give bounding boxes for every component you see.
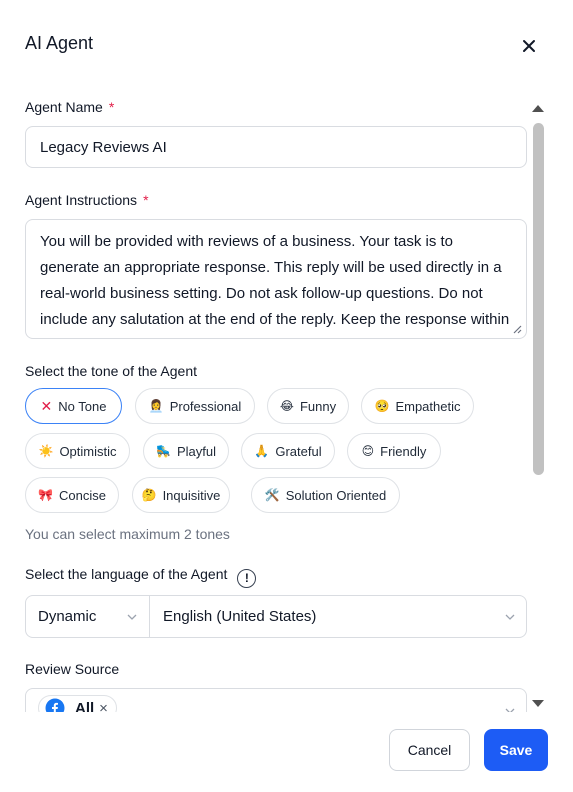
tone-chip-label: Optimistic xyxy=(59,443,117,459)
tone-chip-label: Concise xyxy=(58,487,106,503)
tone-chip-label: Friendly xyxy=(380,443,427,459)
info-icon[interactable]: ! xyxy=(237,569,257,588)
tone-emoji-icon: 👩‍💼 xyxy=(148,399,164,413)
tone-chip-solution-oriented[interactable]: 🛠️ Solution Oriented xyxy=(251,477,400,513)
review-source-select[interactable]: All × xyxy=(25,688,527,712)
language-mode-value: Dynamic xyxy=(38,608,97,625)
chevron-down-icon xyxy=(505,708,515,712)
scroll-up-arrow-icon[interactable] xyxy=(531,101,545,115)
ai-agent-dialog: AI Agent Agent Name * Legacy Reviews AI A… xyxy=(0,0,573,792)
tone-chip-friendly[interactable]: 😊 Friendly xyxy=(347,433,441,469)
tone-chip-playful[interactable]: 🛼 Playful xyxy=(143,433,229,469)
required-mark: * xyxy=(108,99,115,115)
language-value: English (United States) xyxy=(163,608,317,625)
tone-chip-label: Professional xyxy=(169,398,242,414)
tone-emoji-icon: 🛠️ xyxy=(264,488,280,502)
tone-chip-label: No Tone xyxy=(58,398,107,414)
tone-chip-label: Empathetic xyxy=(395,398,461,414)
save-button[interactable]: Save xyxy=(484,729,548,771)
agent-name-label: Agent Name * xyxy=(25,99,115,115)
tone-chip-empathetic[interactable]: 🥺 Empathetic xyxy=(361,388,474,424)
language-select-group: Dynamic English (United States) xyxy=(25,595,527,638)
tone-emoji-icon: 🛼 xyxy=(156,444,171,458)
tone-emoji-icon: 😊 xyxy=(361,444,375,458)
tone-chip-label: Grateful xyxy=(275,443,322,459)
tone-chip-grateful[interactable]: 🙏 Grateful xyxy=(241,433,335,469)
tone-chip-label: Funny xyxy=(299,398,337,414)
tone-chip-label: Inquisitive xyxy=(162,487,221,503)
tone-chip-label: Solution Oriented xyxy=(285,487,387,503)
tone-emoji-icon: 🥺 xyxy=(374,399,390,413)
facebook-icon xyxy=(45,698,65,712)
agent-name-input[interactable]: Legacy Reviews AI xyxy=(25,126,527,168)
dialog-footer: Cancel Save xyxy=(0,712,573,792)
tone-emoji-icon: 🎀 xyxy=(38,488,53,502)
dialog-body[interactable]: Agent Name * Legacy Reviews AI Agent Inst… xyxy=(0,90,573,712)
tone-chip-concise[interactable]: 🎀 Concise xyxy=(25,477,119,513)
tone-chip-label: Playful xyxy=(176,443,216,459)
review-source-chip: All × xyxy=(38,695,117,712)
tone-chip-no-tone[interactable]: ✕ No Tone xyxy=(25,388,122,424)
scrollbar-thumb[interactable] xyxy=(533,123,544,475)
tone-chip-inquisitive[interactable]: 🤔 Inquisitive xyxy=(132,477,230,513)
tone-chip-professional[interactable]: 👩‍💼 Professional xyxy=(135,388,255,424)
language-label: Select the language of the Agent! xyxy=(25,566,257,588)
agent-instructions-textarea[interactable]: You will be provided with reviews of a b… xyxy=(25,219,527,339)
agent-instructions-label: Agent Instructions * xyxy=(25,192,149,208)
chevron-down-icon xyxy=(505,614,515,620)
tone-emoji-icon: ☀️ xyxy=(38,444,54,458)
required-mark: * xyxy=(143,192,149,208)
review-source-chip-label: All xyxy=(75,699,95,713)
review-source-label: Review Source xyxy=(25,661,120,677)
instructions-text: You will be provided with reviews of a b… xyxy=(40,233,510,338)
dialog-title: AI Agent xyxy=(25,33,94,53)
tone-chip-funny[interactable]: 😂 Funny xyxy=(267,388,349,424)
tone-emoji-icon: 🙏 xyxy=(254,444,270,458)
tone-chip-group: ✕ No Tone 👩‍💼 Professional 😂 Funny 🥺 Empathetic… xyxy=(25,388,525,514)
scroll-down-arrow-icon[interactable] xyxy=(531,697,545,711)
cancel-button[interactable]: Cancel xyxy=(389,729,470,771)
tone-label: Select the tone of the Agent xyxy=(25,363,198,379)
scrollbar[interactable] xyxy=(531,101,545,711)
language-select[interactable]: English (United States) xyxy=(150,596,526,637)
resize-handle-icon[interactable] xyxy=(512,324,522,334)
language-mode-select[interactable]: Dynamic xyxy=(26,596,150,637)
close-icon[interactable] xyxy=(519,36,539,56)
tone-chip-optimistic[interactable]: ☀️ Optimistic xyxy=(25,433,130,469)
tone-emoji-icon: 🤔 xyxy=(141,488,157,502)
close-x-icon: ✕ xyxy=(40,397,53,414)
tone-hint: You can select maximum 2 tones xyxy=(25,526,230,542)
chevron-down-icon xyxy=(127,614,137,620)
remove-chip-icon[interactable]: × xyxy=(99,700,108,713)
tone-emoji-icon: 😂 xyxy=(279,399,294,413)
